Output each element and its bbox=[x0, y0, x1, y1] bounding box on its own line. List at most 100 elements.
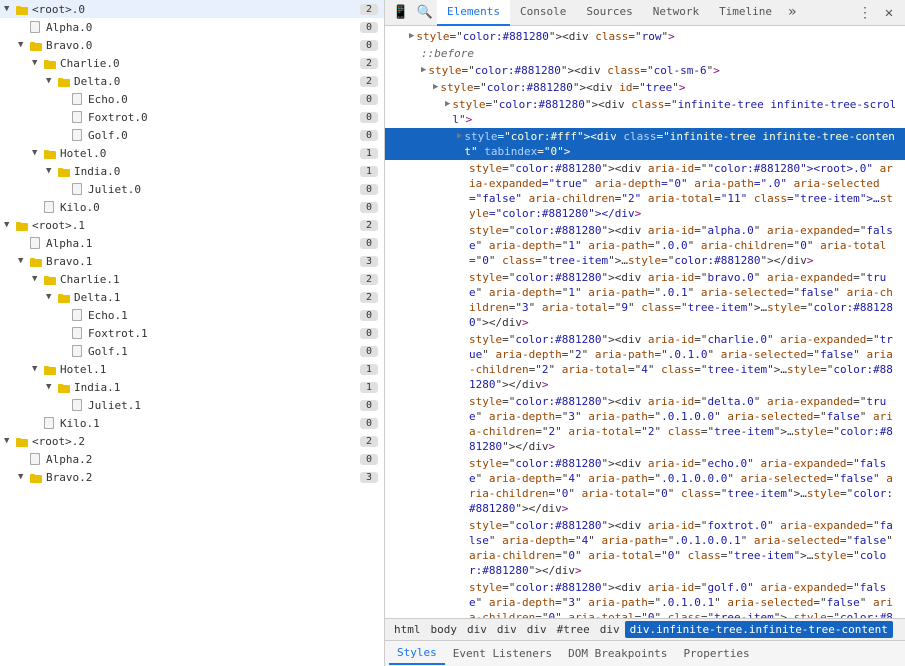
count-badge-hotel0: 1 bbox=[360, 148, 378, 159]
tree-item-bravo2[interactable]: ▼Bravo.23 bbox=[0, 468, 384, 486]
html-line-6[interactable]: style="color:#881280"><div aria-id=""col… bbox=[385, 160, 905, 222]
tab-sources[interactable]: Sources bbox=[576, 0, 642, 26]
tree-item-echo1[interactable]: Echo.10 bbox=[0, 306, 384, 324]
html-line-7[interactable]: style="color:#881280"><div aria-id="alph… bbox=[385, 222, 905, 269]
tree-panel: ▼<root>.02Alpha.00▼Bravo.00▼Charlie.02▼D… bbox=[0, 0, 385, 666]
toggle-arrow-charlie0[interactable]: ▼ bbox=[32, 58, 44, 68]
styles-tab-1[interactable]: Event Listeners bbox=[445, 643, 560, 664]
toggle-arrow-hotel0[interactable]: ▼ bbox=[32, 148, 44, 158]
html-line-13[interactable]: style="color:#881280"><div aria-id="golf… bbox=[385, 579, 905, 618]
tree-item-alpha0[interactable]: Alpha.00 bbox=[0, 18, 384, 36]
html-line-8[interactable]: style="color:#881280"><div aria-id="brav… bbox=[385, 269, 905, 331]
toggle-arrow-charlie1[interactable]: ▼ bbox=[32, 274, 44, 284]
tree-item-juliet0[interactable]: Juliet.00 bbox=[0, 180, 384, 198]
toggle-arrow-root0[interactable]: ▼ bbox=[4, 4, 16, 14]
toggle-arrow-delta0[interactable]: ▼ bbox=[46, 76, 58, 86]
tree-item-foxtrot1[interactable]: Foxtrot.10 bbox=[0, 324, 384, 342]
breadcrumb-item-0[interactable]: html bbox=[389, 621, 426, 638]
html-line-12[interactable]: style="color:#881280"><div aria-id="foxt… bbox=[385, 517, 905, 579]
toggle-triangle-5[interactable]: ▶ bbox=[457, 129, 462, 144]
breadcrumb-item-6[interactable]: div bbox=[595, 621, 625, 638]
device-mode-icon[interactable]: 📱 bbox=[389, 1, 413, 25]
html-line-5[interactable]: ▶style="color:#fff"><div class="infinite… bbox=[385, 128, 905, 160]
html-line-3[interactable]: ▶style="color:#881280"><div id="tree"> bbox=[385, 79, 905, 96]
tree-container[interactable]: ▼<root>.02Alpha.00▼Bravo.00▼Charlie.02▼D… bbox=[0, 0, 384, 666]
file-icon-alpha0 bbox=[30, 21, 44, 33]
tree-item-root1[interactable]: ▼<root>.12 bbox=[0, 216, 384, 234]
close-devtools-icon[interactable]: ✕ bbox=[877, 1, 901, 25]
more-options-icon[interactable]: ⋮ bbox=[853, 1, 877, 25]
html-line-0[interactable]: ▶style="color:#881280"><div class="row"> bbox=[385, 28, 905, 45]
tab-more[interactable]: » bbox=[782, 0, 802, 26]
tree-item-delta0[interactable]: ▼Delta.02 bbox=[0, 72, 384, 90]
tree-item-alpha1[interactable]: Alpha.10 bbox=[0, 234, 384, 252]
tree-label-kilo1: Kilo.1 bbox=[60, 417, 360, 430]
tree-item-kilo0[interactable]: Kilo.00 bbox=[0, 198, 384, 216]
breadcrumb-item-1[interactable]: body bbox=[426, 621, 463, 638]
toggle-arrow-root1[interactable]: ▼ bbox=[4, 220, 16, 230]
count-badge-golf1: 0 bbox=[360, 346, 378, 357]
html-line-4[interactable]: ▶style="color:#881280"><div class="infin… bbox=[385, 96, 905, 128]
tree-item-echo0[interactable]: Echo.00 bbox=[0, 90, 384, 108]
tree-label-foxtrot0: Foxtrot.0 bbox=[88, 111, 360, 124]
count-badge-juliet0: 0 bbox=[360, 184, 378, 195]
tree-item-root2[interactable]: ▼<root>.22 bbox=[0, 432, 384, 450]
tree-item-india1[interactable]: ▼India.11 bbox=[0, 378, 384, 396]
html-content-area[interactable]: ▶style="color:#881280"><div class="row">… bbox=[385, 26, 905, 618]
toggle-arrow-india1[interactable]: ▼ bbox=[46, 382, 58, 392]
tree-item-bravo0[interactable]: ▼Bravo.00 bbox=[0, 36, 384, 54]
tree-label-root0: <root>.0 bbox=[32, 3, 360, 16]
tree-item-bravo1[interactable]: ▼Bravo.13 bbox=[0, 252, 384, 270]
toggle-arrow-hotel1[interactable]: ▼ bbox=[32, 364, 44, 374]
toggle-triangle-3[interactable]: ▶ bbox=[433, 80, 438, 95]
html-line-2[interactable]: ▶style="color:#881280"><div class="col-s… bbox=[385, 62, 905, 79]
toggle-arrow-bravo0[interactable]: ▼ bbox=[18, 40, 30, 50]
html-line-1[interactable]: ::before bbox=[385, 45, 905, 62]
tree-item-juliet1[interactable]: Juliet.10 bbox=[0, 396, 384, 414]
folder-icon-bravo0 bbox=[30, 39, 44, 52]
file-icon-foxtrot1 bbox=[72, 327, 86, 339]
tab-elements[interactable]: Elements bbox=[437, 0, 510, 26]
breadcrumb-item-4[interactable]: div bbox=[522, 621, 552, 638]
tree-item-golf1[interactable]: Golf.10 bbox=[0, 342, 384, 360]
toggle-arrow-india0[interactable]: ▼ bbox=[46, 166, 58, 176]
tab-console[interactable]: Console bbox=[510, 0, 576, 26]
styles-tab-3[interactable]: Properties bbox=[675, 643, 757, 664]
toggle-triangle-4[interactable]: ▶ bbox=[445, 97, 450, 112]
html-line-10[interactable]: style="color:#881280"><div aria-id="delt… bbox=[385, 393, 905, 455]
tree-item-golf0[interactable]: Golf.00 bbox=[0, 126, 384, 144]
inspect-icon[interactable]: 🔍 bbox=[413, 1, 437, 25]
tree-item-hotel0[interactable]: ▼Hotel.01 bbox=[0, 144, 384, 162]
tree-label-alpha1: Alpha.1 bbox=[46, 237, 360, 250]
tab-network[interactable]: Network bbox=[643, 0, 709, 26]
html-line-11[interactable]: style="color:#881280"><div aria-id="echo… bbox=[385, 455, 905, 517]
styles-tab-0[interactable]: Styles bbox=[389, 642, 445, 665]
tree-label-golf1: Golf.1 bbox=[88, 345, 360, 358]
tree-item-kilo1[interactable]: Kilo.10 bbox=[0, 414, 384, 432]
tab-timeline[interactable]: Timeline bbox=[709, 0, 782, 26]
toggle-triangle-2[interactable]: ▶ bbox=[421, 63, 426, 78]
breadcrumb-item-7[interactable]: div.infinite-tree.infinite-tree-content bbox=[625, 621, 893, 638]
toggle-arrow-root2[interactable]: ▼ bbox=[4, 436, 16, 446]
breadcrumb-item-3[interactable]: div bbox=[492, 621, 522, 638]
toggle-arrow-bravo1[interactable]: ▼ bbox=[18, 256, 30, 266]
tree-item-delta1[interactable]: ▼Delta.12 bbox=[0, 288, 384, 306]
styles-tab-2[interactable]: DOM Breakpoints bbox=[560, 643, 675, 664]
tree-item-charlie0[interactable]: ▼Charlie.02 bbox=[0, 54, 384, 72]
toggle-triangle-0[interactable]: ▶ bbox=[409, 29, 414, 44]
breadcrumb-item-2[interactable]: div bbox=[462, 621, 492, 638]
folder-icon-charlie0 bbox=[44, 57, 58, 70]
folder-icon-hotel0 bbox=[44, 147, 58, 160]
folder-icon-root1 bbox=[16, 219, 30, 232]
tree-item-foxtrot0[interactable]: Foxtrot.00 bbox=[0, 108, 384, 126]
toggle-arrow-bravo2[interactable]: ▼ bbox=[18, 472, 30, 482]
tree-item-alpha2[interactable]: Alpha.20 bbox=[0, 450, 384, 468]
tree-item-hotel1[interactable]: ▼Hotel.11 bbox=[0, 360, 384, 378]
tree-item-charlie1[interactable]: ▼Charlie.12 bbox=[0, 270, 384, 288]
tree-item-india0[interactable]: ▼India.01 bbox=[0, 162, 384, 180]
tree-item-root0[interactable]: ▼<root>.02 bbox=[0, 0, 384, 18]
html-line-9[interactable]: style="color:#881280"><div aria-id="char… bbox=[385, 331, 905, 393]
toggle-arrow-delta1[interactable]: ▼ bbox=[46, 292, 58, 302]
breadcrumb-item-5[interactable]: #tree bbox=[552, 621, 595, 638]
html-line-content-6: style="color:#881280"><div aria-id=""col… bbox=[469, 161, 899, 221]
